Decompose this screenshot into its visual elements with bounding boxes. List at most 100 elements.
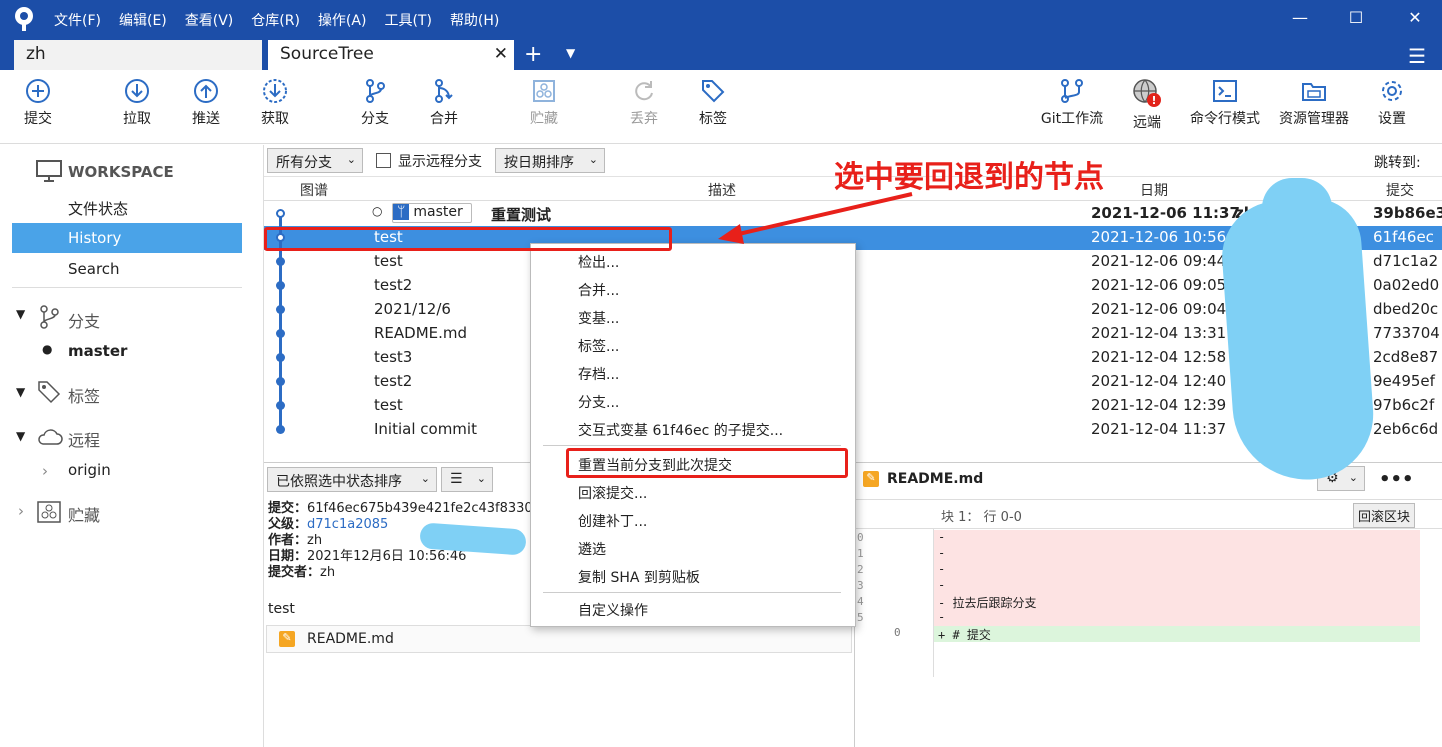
author-value: zh [307,533,323,548]
chevron-down-icon[interactable]: ▼ [16,385,25,399]
menu-item-branch[interactable]: 分支... [578,392,619,412]
menu-separator [543,592,841,593]
minimize-icon[interactable]: — [1290,8,1310,28]
chevron-right-icon[interactable]: › [18,502,24,520]
commit-date: 2021-12-06 09:05 [1091,276,1227,294]
sort-date-dropdown[interactable]: 按日期排序 ⌄ [495,148,605,173]
graph-node [276,305,285,314]
tag-icon [702,80,725,103]
sort-status-label: 已依照选中状态排序 [276,474,402,490]
merge-button[interactable]: 合并 [414,78,474,128]
menu-tools[interactable]: 工具(T) [384,10,431,30]
stash-icon [37,501,61,523]
menu-action[interactable]: 操作(A) [318,10,367,30]
tab-close-icon[interactable]: ✕ [494,44,508,64]
menu-item-cherry-pick[interactable]: 遴选 [578,539,606,559]
menu-item-rebase[interactable]: 变基... [578,308,619,328]
add-tab-icon[interactable]: + [524,42,542,67]
stash-button[interactable]: 贮藏 [514,78,574,128]
sidebar-item-origin[interactable]: origin [68,461,111,479]
gitflow-button[interactable]: Git工作流 [1036,78,1108,128]
show-remote-label: 显示远程分支 [398,154,482,170]
commit-button[interactable]: 提交 [8,78,68,128]
fetch-button[interactable]: 获取 [245,78,305,128]
menu-item-interactive-rebase[interactable]: 交互式变基 61f46ec 的子提交... [578,420,783,440]
commit-desc: README.md [374,324,468,342]
chevron-down-icon[interactable]: ▼ [16,307,25,321]
commit-date: 2021-12-06 11:37 [1091,204,1240,222]
menu-bar: 文件(F) 编辑(E) 查看(V) 仓库(R) 操作(A) 工具(T) 帮助(H… [54,10,517,30]
commit-hash: 2cd8e87 [1373,348,1439,366]
menu-item-checkout[interactable]: 检出... [578,252,619,272]
close-icon[interactable]: ✕ [1405,8,1425,28]
menu-item-archive[interactable]: 存档... [578,364,619,384]
menu-item-create-patch[interactable]: 创建补丁... [578,511,647,531]
menu-item-revert-commit[interactable]: 回滚提交... [578,483,647,503]
menu-item-custom-actions[interactable]: 自定义操作 [578,600,648,620]
branches-heading[interactable]: 分支 [68,308,100,332]
menu-view[interactable]: 查看(V) [185,10,234,30]
settings-button[interactable]: 设置 [1362,78,1422,128]
menu-help[interactable]: 帮助(H) [450,10,499,30]
tag-button[interactable]: 标签 [683,78,743,128]
graph-node [276,281,285,290]
show-remote-checkbox[interactable] [376,153,391,168]
menu-file[interactable]: 文件(F) [54,10,101,30]
graph-node [276,377,285,386]
menu-item-tag[interactable]: 标签... [578,336,619,356]
explorer-button[interactable]: 资源管理器 [1272,78,1356,128]
redaction-scribble [1262,178,1332,238]
line-number: 2 [857,563,864,576]
sidebar-item-master[interactable]: master [68,342,127,360]
sidebar-item-file-status[interactable]: 文件状态 [68,198,128,219]
diff-file-name: README.md [887,471,984,487]
menu-edit[interactable]: 编辑(E) [119,10,167,30]
sidebar-item-history[interactable]: History [68,229,121,247]
hunk-header: 块 1： 行 0-0 回滚区块 [855,499,1442,529]
line-number: 3 [857,579,864,592]
remote-label: 远端 [1133,115,1161,131]
col-date[interactable]: 日期 [1140,180,1168,200]
removed-line: - [934,578,1420,594]
revert-hunk-button[interactable]: 回滚区块 [1353,503,1416,528]
menu-item-copy-sha[interactable]: 复制 SHA 到剪贴板 [578,567,700,587]
discard-button[interactable]: 丢弃 [614,78,674,128]
chevron-down-icon[interactable]: ▼ [16,429,25,443]
tab-sourcetree[interactable]: SourceTree ✕ [268,40,514,70]
all-branches-dropdown[interactable]: 所有分支 ⌄ [267,148,363,173]
tab-dropdown-icon[interactable]: ▼ [566,46,575,60]
sidebar-item-search[interactable]: Search [68,260,120,278]
more-options-icon[interactable]: ••• [1379,469,1414,490]
changed-file-row[interactable]: ✎ README.md [266,625,852,653]
tags-heading[interactable]: 标签 [68,383,100,407]
sort-date-label: 按日期排序 [504,155,574,171]
chevron-down-icon: ⌄ [588,153,598,166]
commit-desc: test2 [374,372,413,390]
chevron-right-icon[interactable]: › [42,462,48,480]
menu-item-merge[interactable]: 合并... [578,280,619,300]
col-graph[interactable]: 图谱 [300,180,328,200]
new-line-number: 0 [894,626,901,639]
commit-desc: test [374,252,403,270]
parent-sha-link[interactable]: d71c1a2085 [307,517,388,532]
remotes-heading[interactable]: 远程 [68,427,100,451]
sidebar-divider [12,287,242,288]
all-branches-label: 所有分支 [276,155,332,171]
commit-hash: 2eb6c6d [1373,420,1439,438]
menu-repo[interactable]: 仓库(R) [251,10,300,30]
view-mode-dropdown[interactable]: ☰ ⌄ [441,467,493,492]
pull-button[interactable]: 拉取 [107,78,167,128]
branch-badge-icon: ᛘ [393,204,410,220]
parent-meta-label: 父级： [268,517,308,532]
hamburger-menu-icon[interactable]: ☰ [1408,44,1426,68]
sort-status-dropdown[interactable]: 已依照选中状态排序 ⌄ [267,467,437,492]
remote-button[interactable]: ! 远端 [1117,78,1177,132]
date-value: 2021年12月6日 10:56:46 [307,549,467,564]
stashes-heading[interactable]: 贮藏 [68,502,100,526]
push-button[interactable]: 推送 [176,78,236,128]
terminal-button[interactable]: 命令行模式 [1184,78,1266,128]
tab-zh[interactable]: zh [14,40,262,70]
col-commit[interactable]: 提交 [1386,180,1414,200]
maximize-icon[interactable]: ☐ [1346,8,1366,28]
branch-button[interactable]: 分支 [345,78,405,128]
